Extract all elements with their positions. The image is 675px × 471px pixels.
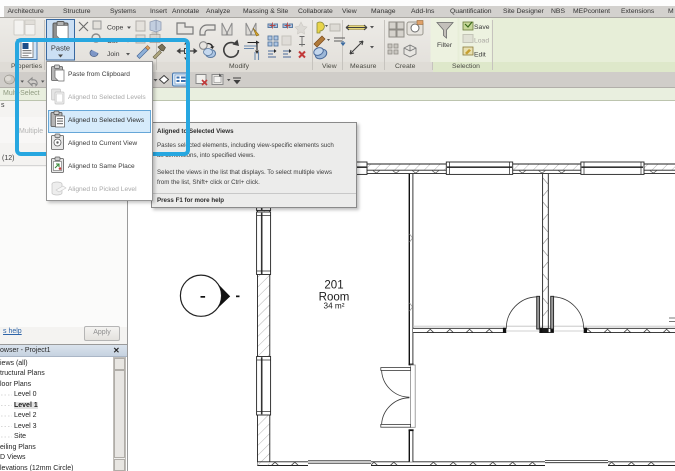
svg-text:34 m²: 34 m² [324,302,345,311]
svg-text:201: 201 [324,279,343,291]
